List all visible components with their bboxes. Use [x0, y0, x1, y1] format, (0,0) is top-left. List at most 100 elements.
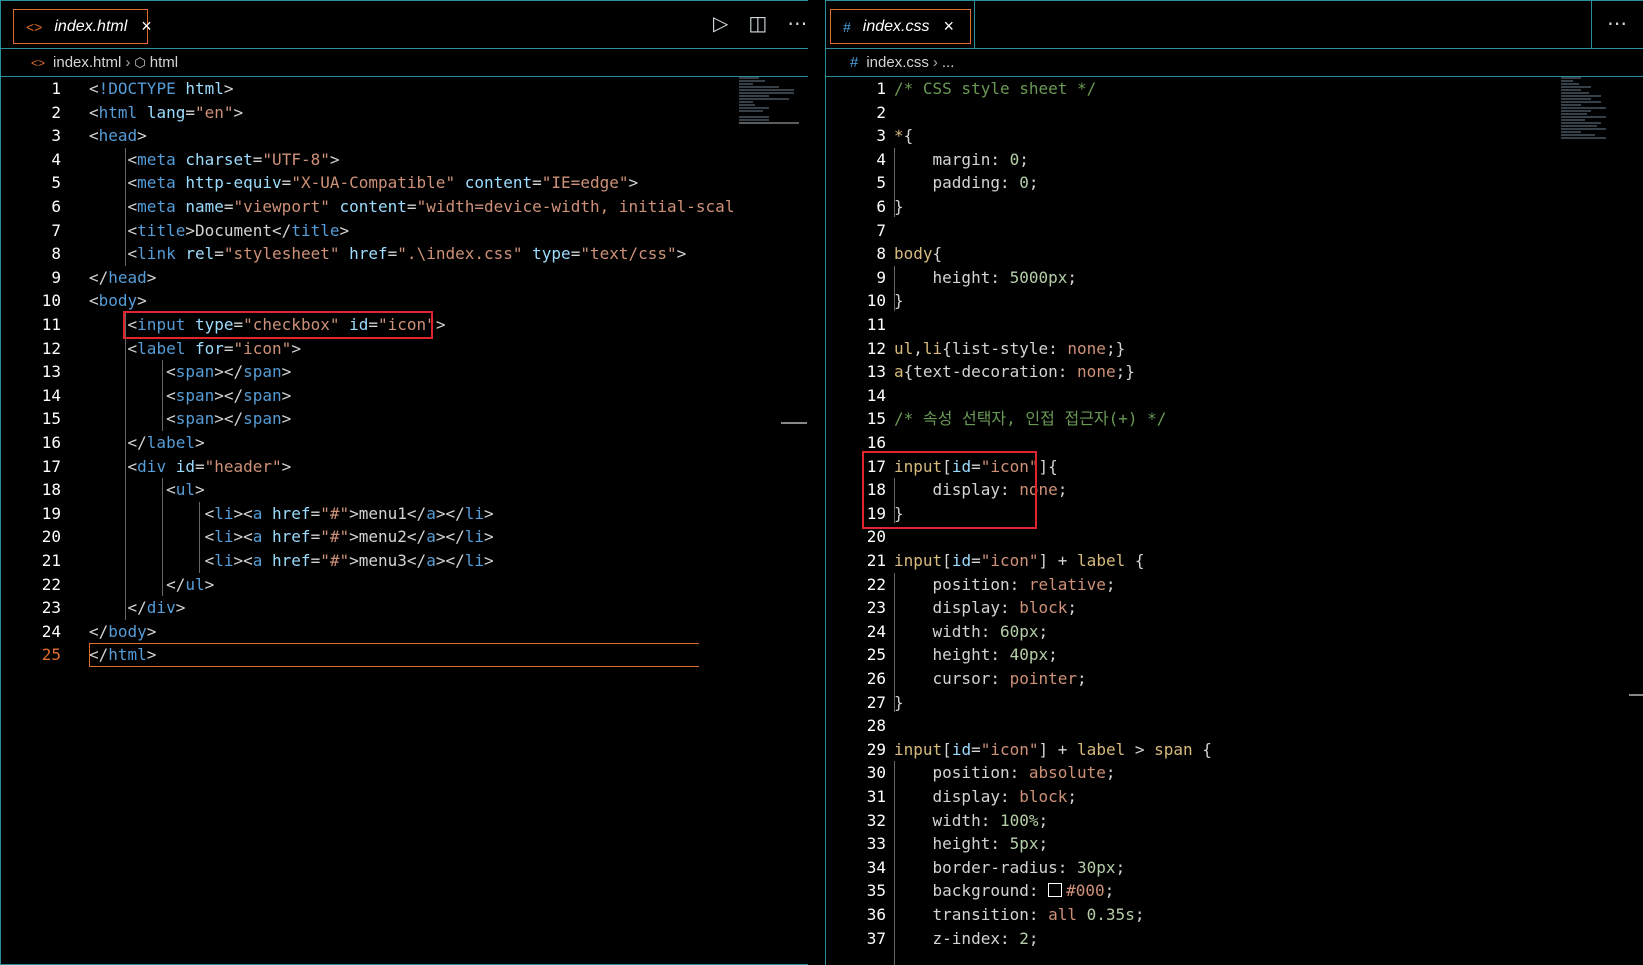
line-number: 10 [866, 291, 886, 311]
split-editor-icon[interactable]: ◫ [748, 11, 767, 35]
code-line[interactable]: 15 <span></span> [1, 407, 808, 431]
code-line[interactable]: 14 <span></span> [1, 384, 808, 408]
color-swatch-icon[interactable] [1048, 883, 1063, 898]
line-number: 22 [866, 574, 886, 594]
code-line[interactable]: 2 <html lang="en"> [1, 101, 808, 125]
minimap[interactable] [1561, 77, 1611, 140]
code-token: > [291, 338, 301, 358]
close-icon[interactable]: × [141, 16, 152, 37]
breadcrumb-file[interactable]: index.css [866, 54, 929, 71]
code-line[interactable]: 21 <li><a href="#">menu3</a></li> [1, 549, 808, 573]
code-token: ;} [1105, 338, 1126, 358]
line-number: 6 [51, 197, 61, 216]
code-line[interactable]: 5 <meta http-equiv="X-UA-Compatible" con… [1, 171, 808, 195]
tab-index-css[interactable]: # index.css × [830, 9, 971, 44]
code-line[interactable]: 35 background: #000; [826, 879, 1643, 903]
minimap[interactable] [739, 77, 799, 125]
code-line[interactable]: 12 <label for="icon"> [1, 337, 808, 361]
code-line[interactable]: 29 input[id="icon"] + label > span { [826, 738, 1643, 762]
code-line[interactable]: 3 <head> [1, 124, 808, 148]
more-actions-icon[interactable]: ⋯ [787, 11, 807, 35]
code-token: = [194, 456, 205, 476]
code-line[interactable]: 25 height: 40px; [826, 643, 1643, 667]
code-line[interactable]: 28 [826, 714, 1643, 738]
code-line[interactable]: 4 margin: 0; [826, 148, 1643, 172]
code-line[interactable]: 22 </ul> [1, 573, 808, 597]
code-line[interactable]: 21 input[id="icon"] + label { [826, 549, 1643, 573]
code-token: = [310, 503, 321, 523]
code-line[interactable]: 1 <!DOCTYPE html> [1, 77, 808, 101]
code-token: none [1067, 338, 1106, 358]
run-icon[interactable]: ▷ [713, 11, 728, 35]
chevron-right-icon: › [125, 54, 131, 71]
code-line[interactable]: 22 position: relative; [826, 573, 1643, 597]
code-line[interactable]: 15 /* 속성 선택자, 인접 접근자(+) */ [826, 407, 1643, 431]
code-line[interactable]: 33 height: 5px; [826, 832, 1643, 856]
code-line[interactable]: 4 <meta charset="UTF-8"> [1, 148, 808, 172]
code-line[interactable]: 12 ul,li{list-style: none;} [826, 337, 1643, 361]
code-line[interactable]: 34 border-radius: 30px; [826, 856, 1643, 880]
code-line[interactable]: 31 display: block; [826, 785, 1643, 809]
code-line[interactable]: 14 [826, 384, 1643, 408]
code-line[interactable]: 32 width: 100%; [826, 809, 1643, 833]
code-token: /* 속성 선택자, 인접 접근자(+) */ [894, 409, 1167, 429]
code-line[interactable]: 19 <li><a href="#">menu1</a></li> [1, 502, 808, 526]
code-line[interactable]: 26 cursor: pointer; [826, 667, 1643, 691]
tab-index-html[interactable]: <> index.html × [13, 9, 152, 44]
code-line[interactable]: 18 <ul> [1, 478, 808, 502]
code-line[interactable]: 24 width: 60px; [826, 620, 1643, 644]
indent-guide [125, 147, 126, 266]
code-line[interactable]: 36 transition: all 0.35s; [826, 903, 1643, 927]
code-line[interactable]: 7 <title>Document</title> [1, 219, 808, 243]
code-line[interactable]: 13 <span></span> [1, 360, 808, 384]
code-line[interactable]: 24 </body> [1, 620, 808, 644]
breadcrumb-symbol[interactable]: html [150, 54, 178, 71]
code-line[interactable]: 20 <li><a href="#">menu2</a></li> [1, 525, 808, 549]
code-line[interactable]: 9 height: 5000px; [826, 266, 1643, 290]
line-number: 19 [41, 503, 61, 523]
code-line[interactable]: 11 [826, 313, 1643, 337]
code-line[interactable]: 10} [826, 289, 1643, 313]
code-line[interactable]: 6 <meta name="viewport" content="width=d… [1, 195, 808, 219]
current-line-highlight [89, 643, 699, 667]
code-token: 5px [1009, 834, 1039, 854]
breadcrumb-symbol[interactable]: ... [942, 54, 955, 71]
line-number: 31 [866, 787, 886, 806]
code-token: : [1009, 574, 1029, 594]
more-actions-icon[interactable]: ⋯ [1607, 11, 1627, 35]
code-line[interactable]: 16 </label> [1, 431, 808, 455]
code-line[interactable]: 17 <div id="header"> [1, 455, 808, 479]
code-line[interactable]: 1 /* CSS style sheet */ [826, 77, 1643, 101]
code-line[interactable]: 5 padding: 0; [826, 171, 1643, 195]
code-line[interactable]: 23 display: block; [826, 596, 1643, 620]
code-line[interactable]: 37 z-index: 2; [826, 927, 1643, 951]
code-line[interactable]: 8 body{ [826, 242, 1643, 266]
code-token: ; [1077, 669, 1087, 688]
code-line[interactable]: 10 <body> [1, 289, 808, 313]
scrollbar[interactable] [1629, 694, 1643, 696]
code-line[interactable]: 13 a{text-decoration: none;} [826, 360, 1643, 384]
code-token: list-style [951, 338, 1049, 358]
code-token: z-index [932, 928, 1000, 948]
code-token: 40px [1009, 645, 1049, 665]
code-line[interactable]: 3 *{ [826, 124, 1643, 148]
tab-label: index.html [54, 17, 128, 35]
code-token: span [243, 409, 282, 429]
close-icon[interactable]: × [944, 16, 955, 37]
code-line[interactable]: 27} [826, 691, 1643, 715]
code-line[interactable]: 6} [826, 195, 1643, 219]
code-line[interactable]: 23 </div> [1, 596, 808, 620]
code-line[interactable]: 2 [826, 101, 1643, 125]
code-line[interactable]: 8 <link rel="stylesheet" href=".\index.c… [1, 242, 808, 266]
code-token: border-radius [932, 857, 1058, 877]
code-token: < [204, 503, 215, 523]
code-line[interactable]: 30 position: absolute; [826, 761, 1643, 785]
code-token: menu1 [358, 503, 407, 523]
scrollbar[interactable] [781, 422, 807, 424]
breadcrumb-file[interactable]: index.html [53, 54, 121, 71]
code-line[interactable]: 9 </head> [1, 266, 808, 290]
code-token: cursor [932, 669, 991, 688]
code-line[interactable]: 7 [826, 219, 1643, 243]
